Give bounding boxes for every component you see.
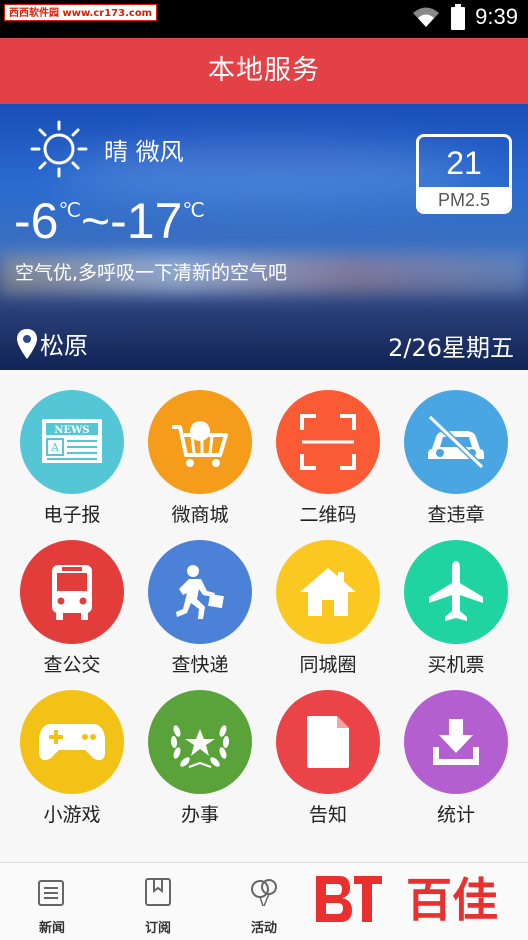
page-title: 本地服务 [0, 38, 528, 104]
nav-subscribe[interactable]: 订阅 [128, 877, 188, 936]
svg-text:A: A [50, 441, 60, 454]
service-circle [276, 540, 380, 644]
service-circle [276, 390, 380, 494]
service-circle [148, 390, 252, 494]
clock: 9:39 [475, 4, 518, 29]
service-games[interactable]: 小游戏 [6, 670, 138, 826]
service-circle: NEWS A [20, 390, 124, 494]
pm25-value: 21 [446, 145, 482, 181]
service-circle [20, 540, 124, 644]
nav-news[interactable]: 新闻 [22, 877, 82, 936]
temp-unit: ℃ [182, 200, 205, 222]
location[interactable]: 松原 [16, 326, 88, 361]
qr-scan-icon [300, 414, 356, 470]
shopping-cart-icon [172, 421, 228, 467]
weather-condition: 晴 微风 [104, 138, 184, 166]
document-icon [307, 716, 349, 768]
service-circle [20, 690, 124, 794]
bus-icon [52, 565, 92, 620]
temp-low: -6 [14, 193, 59, 249]
service-circle [404, 540, 508, 644]
service-newspaper[interactable]: NEWS A 电子报 [6, 370, 138, 526]
temp-high: ~-17 [80, 193, 183, 249]
service-label: 告知 [308, 804, 347, 826]
svg-text:NEWS: NEWS [54, 425, 89, 436]
temperature: -6 ℃ ~-17 ℃ [14, 192, 205, 250]
service-notice[interactable]: 告知 [262, 670, 394, 826]
service-circle [148, 540, 252, 644]
pm25-badge: 21 PM2.5 [416, 134, 512, 214]
courier-icon [176, 565, 224, 619]
nav-label: 订阅 [144, 921, 171, 936]
service-city-circle[interactable]: 同城圈 [262, 520, 394, 676]
nav-label: 新闻 [38, 921, 65, 936]
sunny-icon [30, 120, 88, 178]
nav-activity[interactable]: 活动 [234, 877, 294, 936]
service-mall[interactable]: 微商城 [134, 370, 266, 526]
service-label: 统计 [436, 804, 475, 826]
service-statistics[interactable]: 统计 [390, 670, 522, 826]
service-bus[interactable]: 查公交 [6, 520, 138, 676]
service-circle [404, 690, 508, 794]
service-label: 办事 [180, 804, 219, 826]
date: 2/26星期五 [388, 334, 514, 362]
weather-panel[interactable]: 晴 微风 -6 ℃ ~-17 ℃ 空气优,多呼吸一下清新的空气吧 21 PM2.… [0, 104, 528, 370]
location-pin-icon [17, 328, 37, 359]
temp-unit: ℃ [58, 200, 81, 222]
baijia-logo: 百佳 [316, 873, 498, 927]
service-circle [276, 690, 380, 794]
service-qrcode[interactable]: 二维码 [262, 370, 394, 526]
status-bar: 西西软件园 www.cr173.com 9:39 [0, 0, 528, 38]
home-icon [300, 568, 356, 616]
balloon-icon [251, 879, 277, 907]
battery-icon [451, 4, 466, 30]
air-quality-text: 空气优,多呼吸一下清新的空气吧 [15, 262, 288, 284]
nav-label: 活动 [250, 921, 277, 936]
service-grid: NEWS A 电子报 微商城 二维码 查违章 查公交 查快递 同城圈 买机票 小… [0, 370, 528, 862]
service-circle [148, 690, 252, 794]
logo-text: 百佳 [406, 873, 498, 927]
service-label: 小游戏 [43, 804, 101, 826]
watermark: 西西软件园 www.cr173.com [4, 4, 158, 21]
car-violation-icon [427, 415, 485, 469]
wifi-icon [413, 7, 440, 27]
pm25-label: PM2.5 [419, 187, 509, 211]
service-affairs[interactable]: 办事 [134, 670, 266, 826]
gamepad-icon [39, 724, 105, 761]
newspaper-icon: NEWS A [42, 419, 102, 463]
location-name: 松原 [40, 332, 88, 360]
service-circle [404, 390, 508, 494]
airplane-icon [429, 561, 483, 621]
laurel-star-icon [170, 725, 230, 768]
service-courier[interactable]: 查快递 [134, 520, 266, 676]
bookmark-icon [145, 878, 171, 906]
service-violation[interactable]: 查违章 [390, 370, 522, 526]
download-icon [433, 719, 479, 765]
news-icon [38, 880, 64, 906]
service-flight[interactable]: 买机票 [390, 520, 522, 676]
